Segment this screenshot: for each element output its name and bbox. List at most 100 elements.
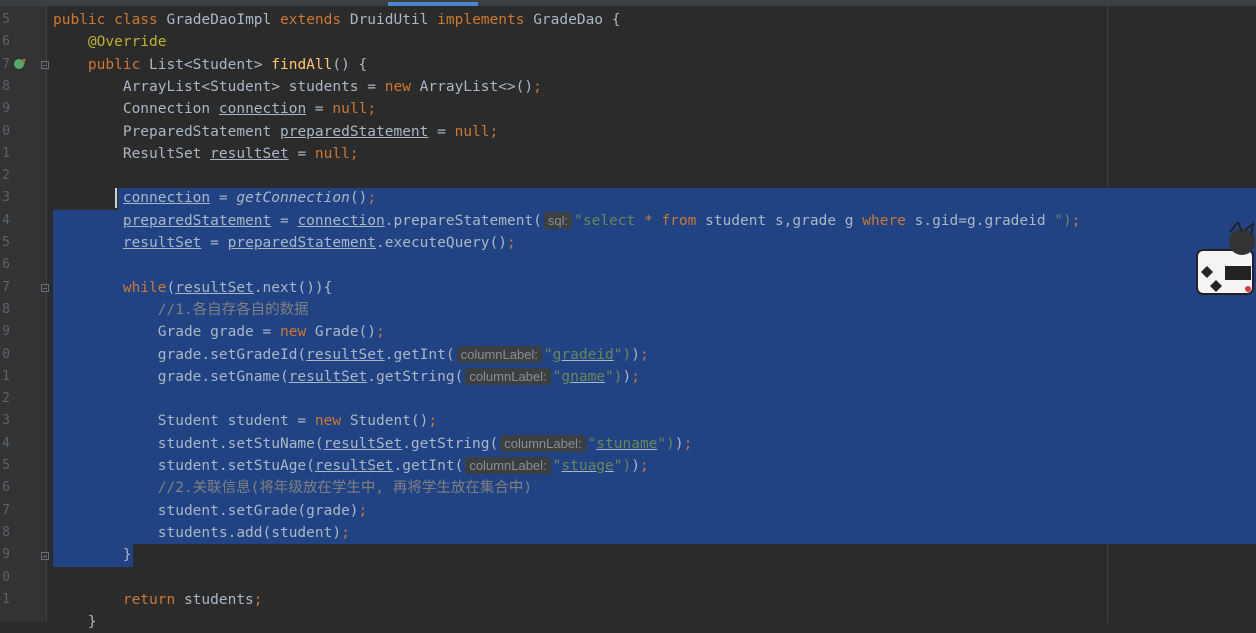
code-token: .executeQuery() [376, 235, 507, 251]
code-token: = [428, 123, 455, 140]
line-number: 9 [2, 547, 10, 563]
fold-while-icon[interactable] [41, 284, 49, 292]
code-token: public [87, 56, 150, 73]
code-token: ; [349, 145, 359, 162]
code-line[interactable]: grade.setGradeId(resultSet.getInt(column… [53, 344, 649, 366]
code-line[interactable]: public List<Student> findAll() { [53, 54, 367, 76]
code-token: ") [1054, 212, 1072, 229]
code-token: Connection [53, 101, 219, 118]
text-caret [115, 188, 117, 208]
code-token: getConnection [236, 190, 350, 207]
code-token: resultSet [122, 235, 202, 251]
code-token: ; [1071, 212, 1081, 229]
code-token: ; [376, 324, 385, 341]
code-token: ) [674, 435, 684, 452]
code-line[interactable]: @Override [53, 31, 167, 53]
code-token: extends [280, 12, 350, 28]
code-line[interactable]: preparedStatement = connection.prepareSt… [53, 210, 1081, 232]
code-line[interactable]: students.add(student); [53, 522, 350, 544]
code-token: stuage [561, 458, 614, 474]
code-token: null [454, 123, 490, 140]
code-token: students.add(student) [53, 524, 342, 541]
code-token: resultSet [323, 435, 403, 452]
code-token: GradeDao { [533, 12, 621, 28]
code-line[interactable]: return students; [53, 589, 263, 611]
code-line[interactable]: Student student = new Student(); [53, 410, 437, 432]
editor-tab-strip [0, 0, 1256, 6]
code-token: resultSet [288, 368, 368, 385]
code-line[interactable]: connection = getConnection(); [53, 187, 376, 209]
code-token: .getInt( [393, 458, 464, 474]
code-line[interactable]: student.setStuName(resultSet.getString(c… [53, 433, 692, 455]
code-token: student.setGrade(grade) [53, 502, 359, 519]
code-line[interactable]: grade.setGname(resultSet.getString(colum… [53, 366, 640, 388]
code-token: ) [631, 346, 640, 363]
code-line[interactable]: } [53, 611, 97, 633]
code-token: Student() [349, 413, 429, 430]
line-number: 1 [2, 368, 10, 384]
line-number: 0 [2, 346, 10, 362]
line-number: 5 [2, 12, 10, 27]
code-token: = [210, 190, 237, 207]
gutter-divider [46, 6, 47, 622]
code-line[interactable]: } [53, 544, 132, 566]
code-token: while [122, 279, 167, 296]
code-token: ; [367, 190, 377, 207]
code-token: () [349, 190, 368, 207]
code-token: student.setStuAge( [53, 458, 315, 474]
line-number: 2 [2, 168, 10, 184]
code-line[interactable]: Connection connection = null; [53, 98, 376, 120]
code-token: ") [613, 458, 632, 474]
code-token: return [122, 591, 184, 608]
line-number: 8 [2, 301, 10, 317]
code-token: = [306, 101, 333, 118]
code-token: } [53, 547, 132, 564]
code-token: new [384, 78, 420, 95]
code-line[interactable]: //2.关联信息(将年级放在学生中, 再将学生放在集合中) [53, 477, 532, 499]
code-token: List<Student> [149, 56, 272, 73]
code-line[interactable]: public class GradeDaoImpl extends DruidU… [53, 9, 621, 31]
code-line[interactable]: ArrayList<Student> students = new ArrayL… [53, 76, 542, 98]
code-line[interactable]: Grade grade = new Grade(); [53, 321, 385, 343]
line-number: 3 [2, 190, 10, 206]
fold-while-end-icon[interactable] [41, 552, 49, 560]
code-token: Grade() [314, 324, 377, 341]
code-line[interactable]: //1.各自存各自的数据 [53, 299, 309, 321]
line-number: 8 [2, 524, 10, 540]
code-line[interactable]: resultSet = preparedStatement.executeQue… [53, 232, 516, 254]
parameter-hint: columnLabel: [465, 457, 551, 474]
code-token: ; [683, 435, 693, 452]
code-line[interactable]: student.setStuAge(resultSet.getInt(colum… [53, 455, 649, 477]
code-token: ResultSet [53, 145, 211, 162]
line-number: 5 [2, 235, 10, 250]
code-token: preparedStatement [227, 235, 377, 251]
fold-method-icon[interactable] [41, 61, 49, 69]
code-token: Student student = [53, 413, 315, 430]
code-token: "select [574, 212, 644, 229]
code-token: ; [428, 413, 438, 430]
code-token: ; [367, 101, 377, 118]
code-token: resultSet [175, 279, 254, 296]
code-token: .prepareStatement( [384, 212, 542, 229]
code-line[interactable]: ResultSet resultSet = null; [53, 143, 359, 165]
code-token: s.gid=g.gradeid [914, 212, 1055, 229]
code-line[interactable]: student.setGrade(grade); [53, 500, 368, 522]
code-line[interactable]: while(resultSet.next()){ [53, 277, 333, 299]
code-token: implements [437, 12, 534, 28]
code-token: ; [639, 458, 649, 474]
line-number: 3 [2, 413, 10, 429]
active-tab-indicator[interactable] [388, 2, 478, 6]
code-token: ") [605, 368, 623, 385]
code-token: public class [53, 12, 167, 28]
code-line[interactable]: PreparedStatement preparedStatement = nu… [53, 121, 498, 143]
parameter-hint: columnLabel: [456, 345, 542, 363]
parameter-hint: columnLabel: [500, 434, 586, 452]
code-token: resultSet [210, 145, 289, 162]
anime-sticker-icon [1196, 222, 1255, 295]
code-token: = [288, 145, 315, 162]
code-token: //2.关联信息(将年级放在学生中, 再将学生放在集合中) [53, 480, 533, 497]
